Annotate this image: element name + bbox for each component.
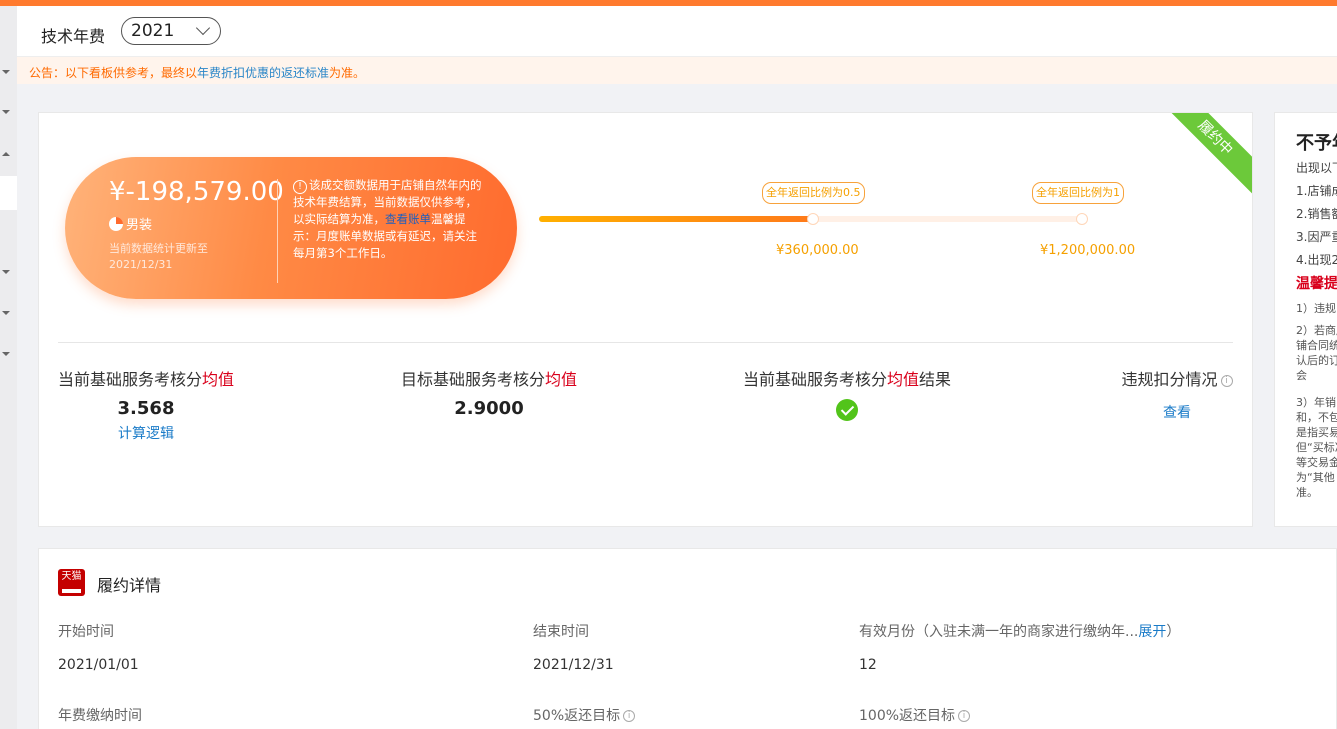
status-ribbon: 履约中	[1152, 113, 1252, 201]
notice-link[interactable]: 年费折扣优惠的返还标准	[197, 66, 329, 80]
year-select[interactable]: 2021	[121, 17, 221, 45]
view-violation-link[interactable]: 查看	[1119, 402, 1235, 422]
metric-current-score: 当前基础服务考核分均值 3.568 计算逻辑	[58, 366, 234, 443]
info-icon: !	[293, 180, 307, 194]
field-value-end: 2021/12/31	[533, 657, 614, 673]
section-divider	[58, 342, 1233, 343]
side-warning-title: 温馨提	[1296, 276, 1337, 292]
chevron-down-icon[interactable]	[2, 110, 10, 114]
chevron-down-icon[interactable]	[2, 270, 10, 274]
notice-prefix: 公告：以下看板供参考，最终以	[29, 66, 198, 80]
field-label-start: 开始时间	[58, 624, 114, 640]
pie-icon	[109, 216, 123, 231]
milestone-knob	[807, 213, 819, 225]
progress-fill	[539, 216, 813, 222]
metric-score-result: 当前基础服务考核分均值结果	[741, 366, 953, 390]
info-icon[interactable]: i	[958, 710, 971, 722]
amount-value: ¥-198,579.00	[109, 177, 284, 207]
update-line1: 当前数据统计更新至	[109, 242, 208, 255]
milestone-tag-0.5: 全年返回比例为0.5	[762, 182, 865, 204]
side-paragraph: 3）年销和，不包单是指买易但“买标准》等交易金额为“其他准。	[1296, 396, 1337, 499]
metric-label: 当前基础服务考核分均值结果	[742, 370, 952, 389]
pill-divider	[277, 179, 278, 283]
tmall-logo-icon: 天猫	[58, 569, 85, 596]
metric-violation: 违规扣分情况 i 查看	[1119, 366, 1235, 422]
chevron-down-icon[interactable]	[2, 352, 10, 356]
chevron-up-icon[interactable]	[2, 152, 10, 156]
chevron-down-icon[interactable]	[2, 70, 10, 74]
milestone-knob	[1076, 213, 1088, 225]
left-sidebar-rail	[0, 6, 17, 729]
metric-label: 违规扣分情况 i	[1119, 366, 1235, 390]
metric-target-score: 目标基础服务考核分均值 2.9000	[401, 366, 577, 419]
side-line: 4.出现2	[1296, 253, 1337, 267]
side-paragraph: 2）若商店铺合同统确认后的订单会	[1296, 324, 1337, 382]
category-badge: 男装	[109, 214, 152, 233]
calc-logic-link[interactable]: 计算逻辑	[58, 423, 234, 443]
metric-label: 当前基础服务考核分均值	[58, 370, 235, 389]
field-label-100-target: 100%返还目标 i	[859, 705, 971, 725]
side-title: 不予年	[1296, 133, 1337, 154]
field-label-payment-time: 年费缴纳时间	[58, 708, 142, 724]
category-label: 男装	[126, 218, 153, 233]
field-label-months: 有效月份（入驻未满一年的商家进行缴纳年...展开）	[859, 624, 1181, 640]
sidebar-selected-item[interactable]	[0, 176, 17, 210]
view-bill-link[interactable]: 查看账单	[385, 212, 431, 226]
metric-label: 目标基础服务考核分均值	[401, 370, 578, 389]
field-label-end: 结束时间	[533, 624, 589, 640]
chevron-down-icon[interactable]	[2, 311, 10, 315]
side-line: 3.因严重	[1296, 230, 1337, 244]
summary-card: 履约中 ¥-198,579.00 男装 当前数据统计更新至 2021/12/31…	[38, 112, 1253, 527]
chevron-down-icon	[195, 20, 211, 36]
fulfillment-detail-card: 天猫 履约详情 开始时间 2021/01/01 结束时间 2021/12/31 …	[38, 548, 1337, 729]
field-label-50-target: 50%返还目标 i	[533, 705, 636, 725]
check-circle-icon	[836, 399, 858, 421]
milestone-amount-0.5: ¥360,000.00	[776, 243, 859, 258]
field-value-start: 2021/01/01	[58, 657, 139, 673]
page-title: 技术年费	[41, 27, 106, 46]
notice-suffix: 为准。	[329, 66, 366, 80]
side-line: 2.销售额	[1296, 207, 1337, 221]
field-value-months: 12	[859, 657, 877, 673]
metric-value: 2.9000	[454, 398, 524, 419]
return-progress-bar	[539, 213, 1088, 225]
year-select-value: 2021	[131, 21, 175, 41]
detail-title: 履约详情	[97, 576, 162, 595]
notice-bar: 公告：以下看板供参考，最终以年费折扣优惠的返还标准为准。	[17, 57, 1337, 84]
info-icon[interactable]: i	[623, 710, 636, 722]
info-icon[interactable]: i	[1220, 375, 1233, 387]
milestone-amount-1: ¥1,200,000.00	[1040, 243, 1136, 258]
metric-value: 3.568	[117, 398, 175, 419]
rules-side-card: 不予年 出现以下 1.店铺成 2.销售额 3.因严重 4.出现2 温馨提 1）违…	[1274, 112, 1337, 527]
expand-link[interactable]: 展开	[1138, 624, 1166, 640]
update-line2: 2021/12/31	[109, 258, 173, 271]
amount-pill: ¥-198,579.00 男装 当前数据统计更新至 2021/12/31 ! 该成…	[65, 157, 517, 299]
amount-description: ! 该成交额数据用于店铺自然年内的技术年费结算，当前数据仅供参考，以实际结算为准，…	[293, 177, 485, 262]
page-header: 技术年费 2021	[17, 6, 1337, 57]
side-line: 1.店铺成	[1296, 184, 1337, 198]
update-note: 当前数据统计更新至 2021/12/31	[109, 241, 208, 273]
side-line: 出现以下	[1296, 161, 1337, 175]
milestone-tag-1: 全年返回比例为1	[1032, 182, 1124, 204]
side-paragraph: 1）违规	[1296, 302, 1336, 315]
